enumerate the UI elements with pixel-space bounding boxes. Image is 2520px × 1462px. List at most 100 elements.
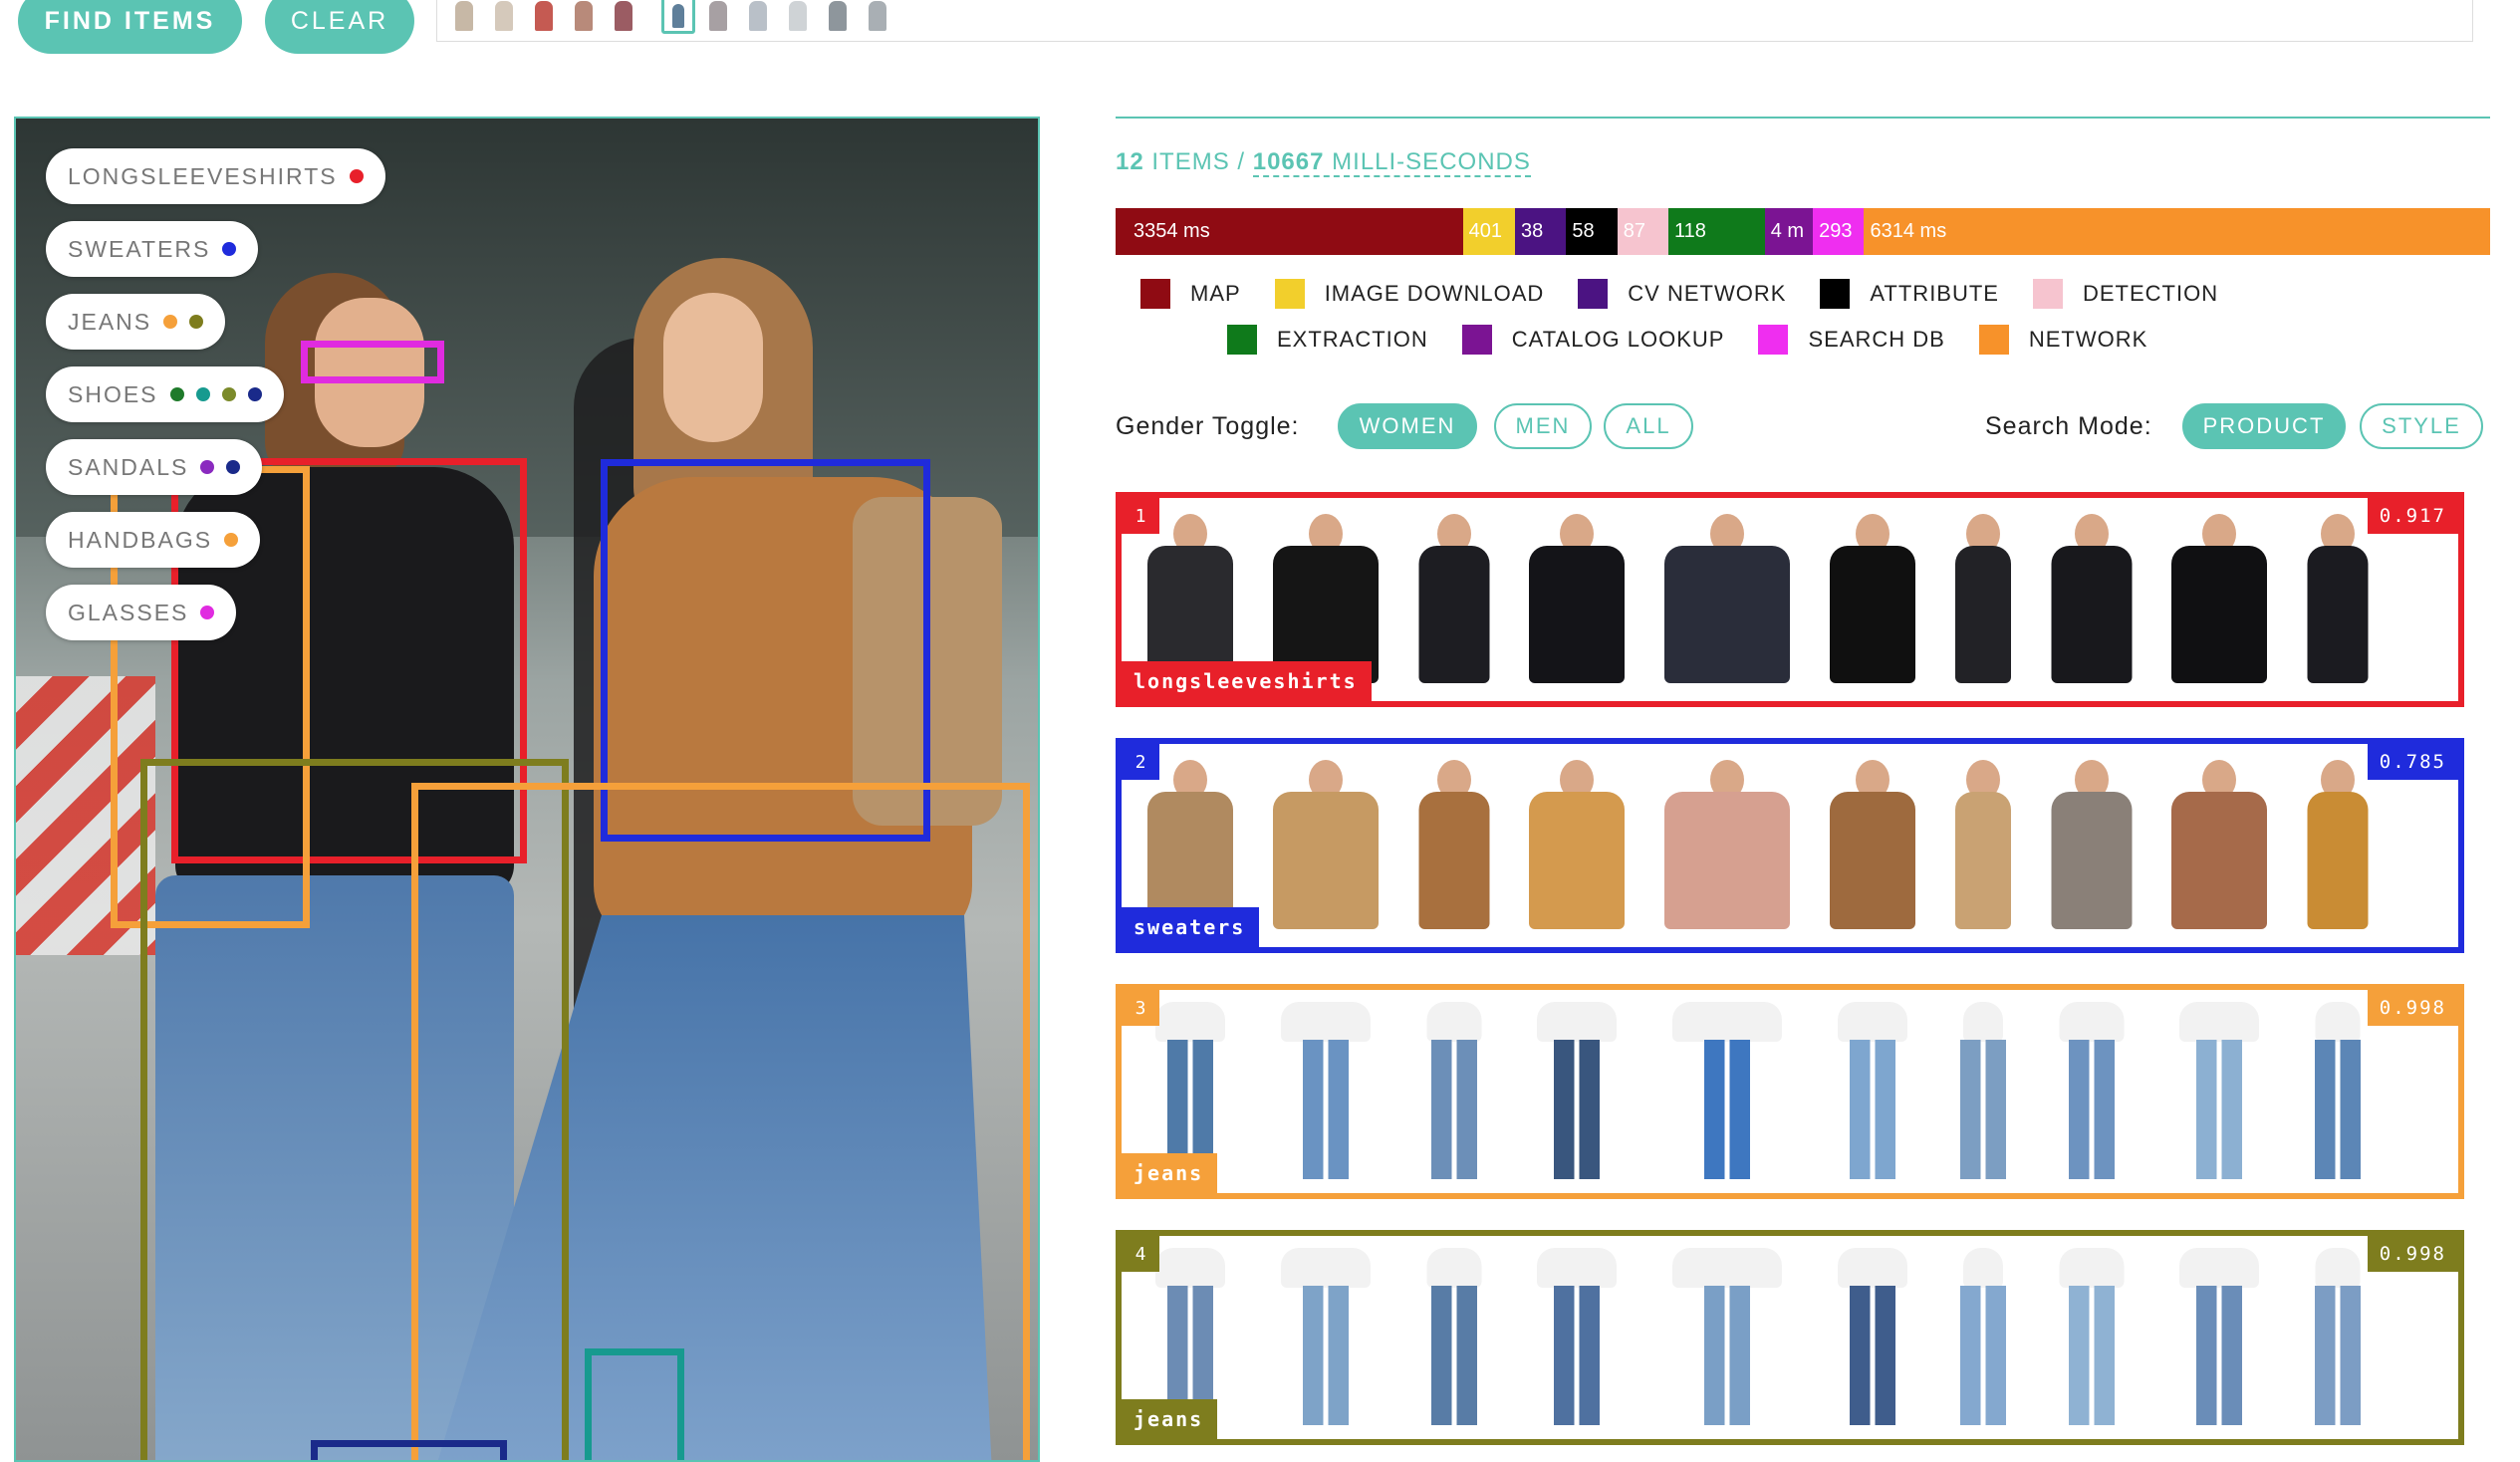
category-longsleeveshirts[interactable]: LONGSLEEVESHIRTS [46,148,385,204]
thumb-outfit-9[interactable] [781,0,815,34]
category-dot [189,315,204,329]
search_mode-product-button[interactable]: PRODUCT [2182,403,2346,449]
category-dot [195,387,210,401]
product-image[interactable] [1517,510,1637,697]
jeans-legs [2314,1286,2361,1425]
thumb-outfit-5[interactable] [607,0,640,34]
search_mode-style-button[interactable]: STYLE [2360,403,2483,449]
product-image[interactable] [1943,510,2023,697]
product-image[interactable] [2295,1248,2380,1435]
bbox-glasses[interactable] [301,341,444,383]
timing-segment-image-download: 401 [1462,208,1516,255]
category-sweaters[interactable]: SWEATERS [46,221,259,277]
product-image[interactable] [1818,1002,1927,1189]
product-image[interactable] [1406,1002,1501,1189]
legend-label: IMAGE DOWNLOAD [1324,281,1545,306]
thumb-figure [869,1,886,31]
thumb-outfit-7[interactable] [701,0,735,34]
product-image[interactable] [1818,510,1927,697]
legend-image-download: IMAGE DOWNLOAD [1274,279,1545,309]
product-image[interactable] [2295,756,2380,943]
category-glasses[interactable]: GLASSES [46,585,237,640]
category-jeans[interactable]: JEANS [46,294,226,350]
legend-network: NETWORK [1978,325,2148,355]
bbox-shoe[interactable] [585,1348,684,1460]
product-image[interactable] [2039,756,2143,943]
jeans-legs [2068,1286,2115,1425]
category-handbags[interactable]: HANDBAGS [46,512,261,568]
legend-swatch [1461,325,1492,355]
thumb-outfit-6[interactable] [661,0,695,34]
garment [1664,792,1790,929]
result-index: 2 [1122,744,1159,780]
bbox-sandal[interactable] [311,1440,507,1460]
legend-cv-network: CV NETWORK [1578,279,1786,309]
product-image[interactable] [1943,1248,2023,1435]
product-image[interactable] [1818,756,1927,943]
garment [1963,1248,2003,1288]
legend-label: NETWORK [2028,327,2148,352]
product-image[interactable] [1406,756,1501,943]
product-image[interactable] [1517,1002,1637,1189]
gender-all-button[interactable]: ALL [1604,403,1693,449]
bbox-jeans-right[interactable] [411,783,1030,1460]
legend-catalog-lookup: CATALOG LOOKUP [1461,325,1725,355]
category-dot [349,169,364,183]
product-image[interactable] [1261,1002,1390,1189]
product-image[interactable] [1652,510,1802,697]
product-image[interactable] [1652,1248,1802,1435]
product-image[interactable] [2295,1002,2380,1189]
product-image[interactable] [1406,1248,1501,1435]
product-image[interactable] [1517,756,1637,943]
product-image[interactable] [1406,510,1501,697]
gender-men-button[interactable]: MEN [1494,403,1592,449]
timing-segment-map: 3354 ms [1116,208,1463,255]
product-image[interactable] [1943,756,2023,943]
thumb-outfit-10[interactable] [821,0,855,34]
thumb-outfit-2[interactable] [487,0,521,34]
product-image[interactable] [2039,1248,2143,1435]
category-label: LONGSLEEVESHIRTS [68,162,338,189]
thumb-outfit-11[interactable] [861,0,894,34]
thumb-outfit-3[interactable] [527,0,561,34]
garment [1537,1002,1617,1042]
category-shoes[interactable]: SHOES [46,366,284,422]
search-mode-label: Search Mode: [1985,412,2152,440]
result-category-name: sweaters [1122,907,1260,947]
product-image[interactable] [1261,1248,1390,1435]
product-image[interactable] [1652,1002,1802,1189]
ms-value: 10667 [1252,148,1325,175]
jeans-legs [2068,1040,2115,1179]
product-image[interactable] [2159,756,2279,943]
jeans-legs [2314,1040,2361,1179]
product-image[interactable] [2295,510,2380,697]
query-photo[interactable]: LONGSLEEVESHIRTS SWEATERS JEANS SHOES SANDAL… [14,117,1040,1462]
product-image[interactable] [1261,756,1390,943]
timing-segment-cv-network: 38 [1515,208,1567,255]
category-sandals[interactable]: SANDALS [46,439,263,495]
garment [1155,1002,1225,1042]
clear-button[interactable]: CLEAR [265,0,414,54]
product-image[interactable] [2159,1002,2279,1189]
product-image[interactable] [1517,1248,1637,1435]
product-image[interactable] [1652,756,1802,943]
thumb-outfit-8[interactable] [741,0,775,34]
thumb-outfit-1[interactable] [447,0,481,34]
garment [1281,1002,1371,1042]
product-image[interactable] [2039,510,2143,697]
legend-label: ATTRIBUTE [1870,281,1999,306]
timing-link[interactable]: 10667 MILLI-SECONDS [1252,148,1531,177]
legend-extraction: EXTRACTION [1227,325,1428,355]
gender-women-button[interactable]: WOMEN [1338,403,1477,449]
product-image[interactable] [2039,1002,2143,1189]
find-items-button[interactable]: FIND ITEMS [18,0,242,54]
garment [1664,546,1790,683]
product-image[interactable] [2159,1248,2279,1435]
product-image[interactable] [1818,1248,1927,1435]
garment [1963,1002,2003,1042]
product-image[interactable] [1943,1002,2023,1189]
thumb-outfit-4[interactable] [567,0,601,34]
garment [1830,546,1915,683]
garment [2171,546,2267,683]
product-image[interactable] [2159,510,2279,697]
